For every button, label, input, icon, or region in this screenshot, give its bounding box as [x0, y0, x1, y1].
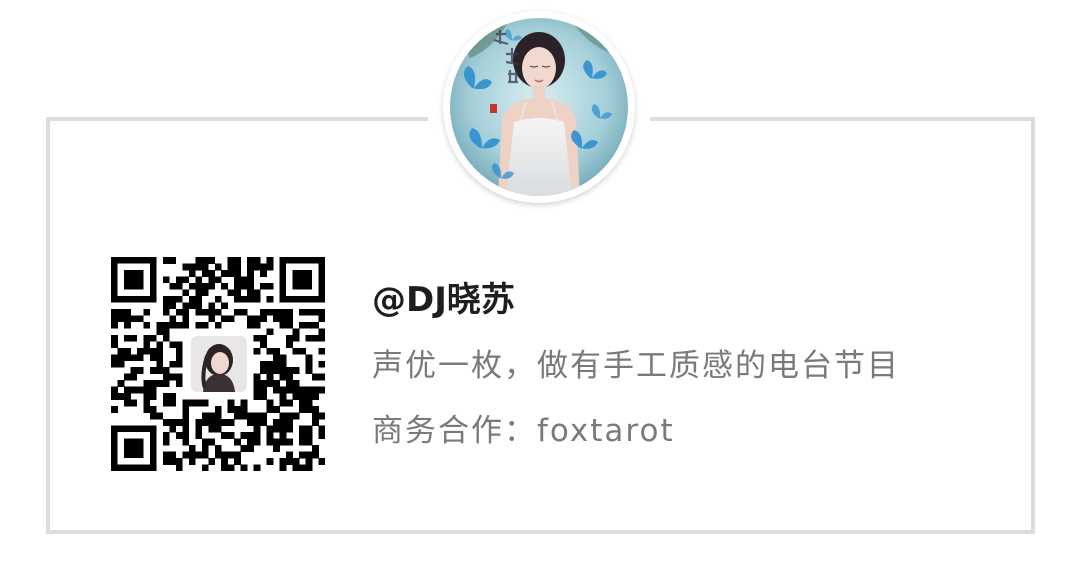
- profile-handle: @DJ晓苏: [372, 280, 515, 320]
- business-contact: 商务合作：foxtarot: [372, 413, 675, 449]
- profile-photo-icon: [191, 336, 247, 392]
- avatar[interactable]: [443, 11, 635, 203]
- profile-card-page: @DJ晓苏 声优一枚，做有手工质感的电台节目 商务合作：foxtarot: [0, 0, 1080, 587]
- qr-code-icon[interactable]: [111, 257, 325, 471]
- profile-tagline: 声优一枚，做有手工质感的电台节目: [372, 348, 900, 384]
- butterfly-portrait-avatar-icon: [450, 18, 628, 196]
